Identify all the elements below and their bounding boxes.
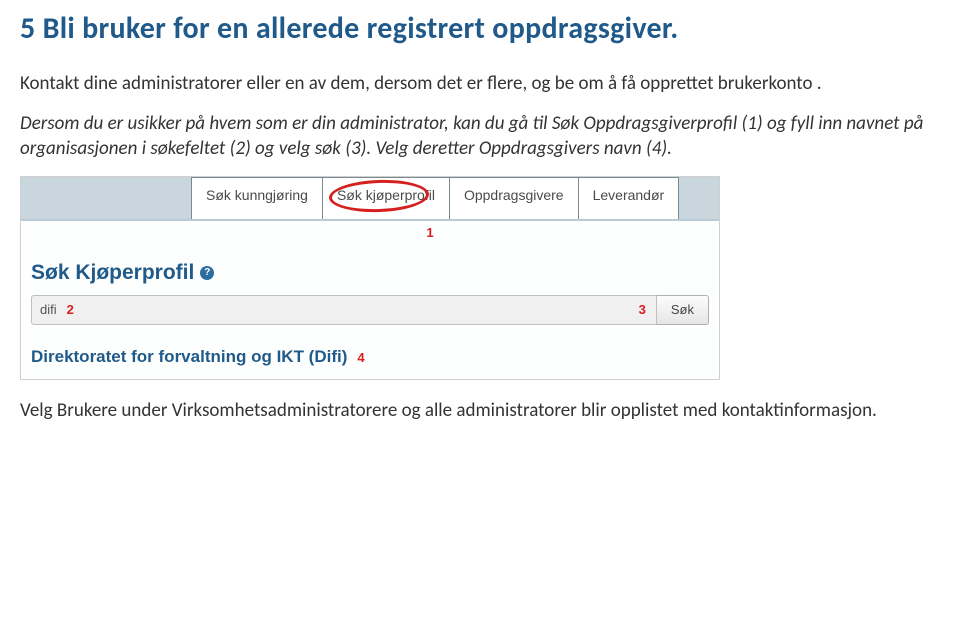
search-row: difi 2 3 Søk (21, 295, 719, 333)
tab-bar-area: Søk kunngjøring Søk kjøperprofil Oppdrag… (21, 177, 719, 221)
section-heading: 5 Bli bruker for en allerede registrert … (20, 10, 940, 47)
annotation-marker-2: 2 (67, 302, 74, 317)
tab-clients[interactable]: Oppdragsgivere (449, 177, 579, 219)
tab-bar-spacer (21, 177, 191, 219)
closing-paragraph: Velg Brukere under Virksomhetsadministra… (20, 398, 940, 424)
embedded-screenshot: Søk kunngjøring Søk kjøperprofil Oppdrag… (20, 176, 720, 380)
section-title-row: Søk Kjøperprofil ? (21, 245, 719, 295)
tab-bar: Søk kunngjøring Søk kjøperprofil Oppdrag… (21, 177, 719, 219)
result-link[interactable]: Direktoratet for forvaltning og IKT (Dif… (31, 347, 347, 367)
annotation-marker-4: 4 (357, 350, 364, 365)
tab-label: Søk kjøperprofil (337, 187, 435, 203)
help-icon[interactable]: ? (200, 266, 214, 280)
section-title: Søk Kjøperprofil (31, 261, 194, 285)
search-input[interactable]: difi 2 3 (31, 295, 657, 325)
intro-paragraph-2: Dersom du er usikker på hvem som er din … (20, 111, 940, 162)
search-input-value: difi (40, 302, 57, 317)
result-row: Direktoratet for forvaltning og IKT (Dif… (21, 333, 719, 379)
intro-paragraph-1: Kontakt dine administratorer eller en av… (20, 71, 940, 97)
annotation-marker-3: 3 (639, 302, 646, 317)
annotation-marker-1: 1 (426, 225, 433, 240)
annotation-marker-1-row: 1 (21, 221, 719, 245)
tab-search-buyer-profile[interactable]: Søk kjøperprofil (322, 177, 450, 219)
search-button[interactable]: Søk (657, 295, 709, 325)
tab-suppliers[interactable]: Leverandør (578, 177, 680, 219)
tab-search-announcement[interactable]: Søk kunngjøring (191, 177, 323, 219)
